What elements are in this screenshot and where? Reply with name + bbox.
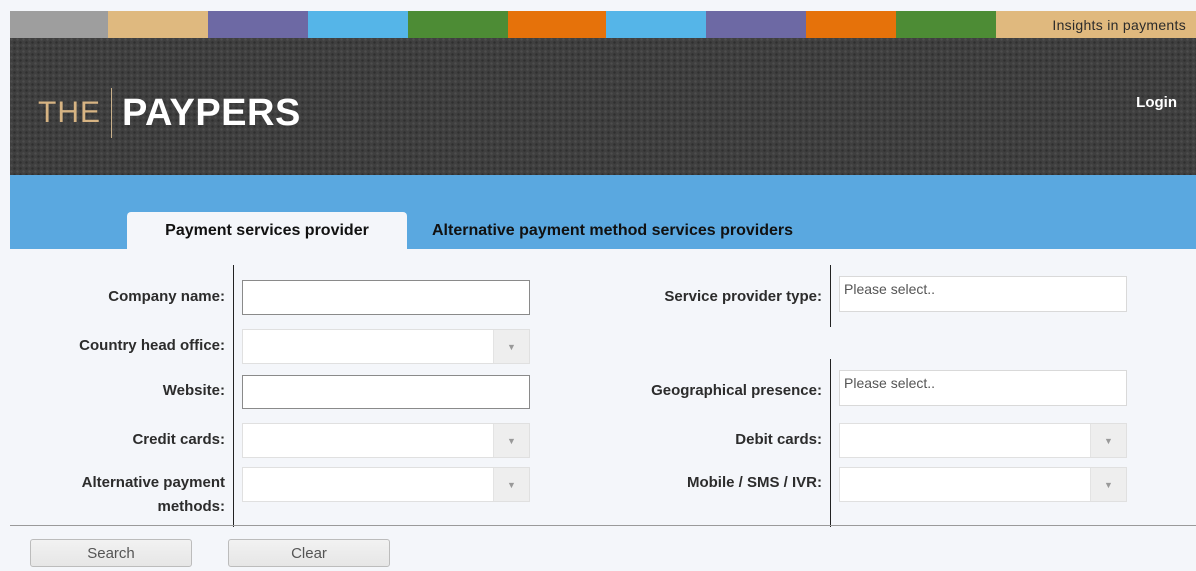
service-provider-type-multiselect[interactable]: Please select.. xyxy=(839,276,1127,312)
select-value xyxy=(243,468,493,501)
logo-paypers-text: PAYPERS xyxy=(122,91,301,134)
alternative-payment-label-line1: Alternative payment xyxy=(81,474,225,491)
credit-cards-select[interactable]: ▼ xyxy=(242,423,530,458)
service-provider-type-label: Service provider type: xyxy=(664,288,822,305)
right-column-divider-bottom xyxy=(830,359,831,527)
chevron-down-icon[interactable]: ▼ xyxy=(1090,424,1126,457)
chevron-down-icon[interactable]: ▼ xyxy=(1090,468,1126,501)
tab-alternative-payment-method-providers[interactable]: Alternative payment method services prov… xyxy=(420,212,882,249)
stripe-segment xyxy=(706,11,806,38)
country-head-office-select[interactable]: ▼ xyxy=(242,329,530,364)
site-logo[interactable]: THE PAYPERS xyxy=(38,88,301,138)
chevron-down-icon[interactable]: ▼ xyxy=(493,424,529,457)
logo-divider xyxy=(111,88,112,138)
debit-cards-label: Debit cards: xyxy=(735,431,822,448)
alternative-payment-label-line2: methods: xyxy=(157,498,226,515)
website-input[interactable] xyxy=(242,375,530,409)
stripe-segment xyxy=(108,11,208,38)
credit-cards-label: Credit cards: xyxy=(132,431,225,448)
search-button[interactable]: Search xyxy=(30,539,192,567)
stripe-segment xyxy=(806,11,896,38)
website-label: Website: xyxy=(162,382,225,399)
stripe-segment xyxy=(408,11,508,38)
stripe-segment xyxy=(508,11,606,38)
country-head-office-label: Country head office: xyxy=(79,337,225,354)
geographical-presence-label: Geographical presence: xyxy=(651,382,822,399)
company-name-label: Company name: xyxy=(108,288,225,305)
stripe-segment xyxy=(896,11,996,38)
color-stripe: Insights in payments xyxy=(10,11,1196,38)
login-link[interactable]: Login xyxy=(1136,94,1177,111)
select-value xyxy=(840,468,1090,501)
geographical-presence-multiselect[interactable]: Please select.. xyxy=(839,370,1127,406)
chevron-down-icon[interactable]: ▼ xyxy=(493,330,529,363)
select-value xyxy=(243,330,493,363)
clear-button[interactable]: Clear xyxy=(228,539,390,567)
stripe-segment xyxy=(10,11,108,38)
mobile-sms-ivr-label: Mobile / SMS / IVR: xyxy=(686,474,822,491)
chevron-down-icon[interactable]: ▼ xyxy=(493,468,529,501)
debit-cards-select[interactable]: ▼ xyxy=(839,423,1127,458)
alternative-payment-methods-select[interactable]: ▼ xyxy=(242,467,530,502)
mobile-sms-ivr-select[interactable]: ▼ xyxy=(839,467,1127,502)
stripe-segment xyxy=(208,11,308,38)
select-value xyxy=(243,424,493,457)
alternative-payment-methods-label: Alternative payment methods: xyxy=(10,472,225,517)
logo-the-text: THE xyxy=(38,96,101,129)
select-value xyxy=(840,424,1090,457)
search-form: Company name: Country head office: Websi… xyxy=(10,249,1196,527)
stripe-segment xyxy=(308,11,408,38)
stripe-segment xyxy=(606,11,706,38)
site-header: THE PAYPERS Login xyxy=(10,38,1196,175)
tab-payment-services-provider[interactable]: Payment services provider xyxy=(127,212,407,249)
page: Insights in payments THE PAYPERS Login P… xyxy=(10,11,1196,571)
left-column-divider xyxy=(233,265,234,527)
right-column-divider-top xyxy=(830,265,831,327)
tab-bar: Payment services provider Alternative pa… xyxy=(10,175,1196,249)
tagline: Insights in payments xyxy=(996,11,1196,38)
form-divider xyxy=(10,525,1196,526)
company-name-input[interactable] xyxy=(242,280,530,315)
